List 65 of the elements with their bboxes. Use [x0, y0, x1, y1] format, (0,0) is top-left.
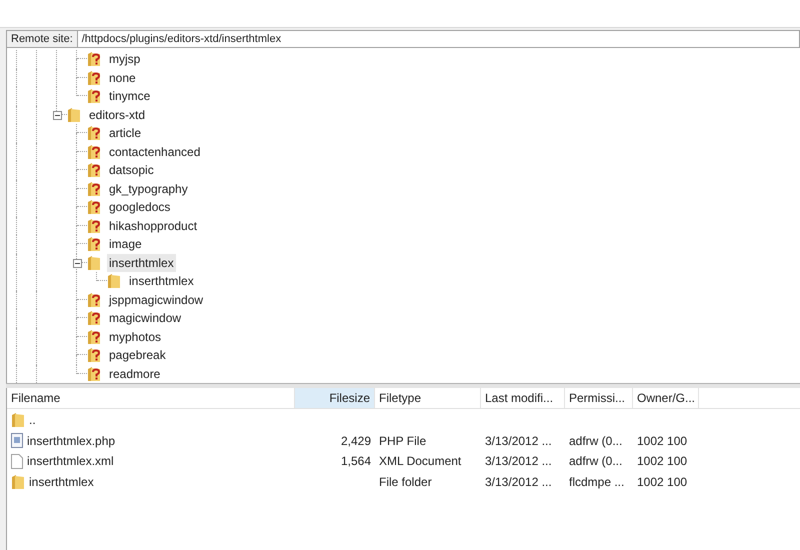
table-cell-text: flcdmpe ... — [569, 474, 624, 491]
tree-item[interactable]: datsopic — [107, 161, 156, 180]
collapse-icon[interactable] — [73, 258, 82, 268]
table-cell-text: adfrw (0... — [569, 453, 622, 470]
table-cell-text: 3/13/2012 ... — [485, 432, 552, 450]
question-folder-icon — [87, 180, 101, 197]
question-folder-icon — [87, 199, 101, 216]
question-folder-icon — [87, 51, 101, 68]
script-file-icon — [11, 433, 23, 448]
table-cell-text: 3/13/2012 ... — [485, 453, 552, 470]
question-folder-icon — [87, 70, 101, 86]
table-cell-text: 1002 100 — [637, 453, 688, 470]
column-header[interactable]: Filesize — [295, 388, 375, 408]
folder-icon — [107, 273, 121, 290]
tree-item[interactable]: myjsp — [107, 50, 142, 68]
table-cell[interactable]: .. — [29, 411, 36, 430]
tree-item[interactable]: inserthtmlex — [107, 254, 176, 272]
tree-item[interactable]: readmore — [107, 364, 162, 383]
tree-item[interactable]: image — [107, 235, 144, 254]
column-header[interactable]: Filetype — [375, 388, 481, 408]
question-folder-icon — [87, 162, 101, 178]
tree-item[interactable]: editors-xtd — [87, 106, 148, 124]
tree-item[interactable]: hikashopproduct — [107, 216, 200, 235]
tree-item[interactable]: article — [107, 124, 144, 142]
folder-icon — [11, 412, 25, 428]
table-cell-text: 3/13/2012 ... — [485, 474, 552, 491]
question-folder-icon — [87, 125, 101, 142]
table-cell[interactable]: inserthtmlex.php — [27, 432, 116, 450]
tree-item[interactable]: none — [107, 68, 138, 87]
tree-item[interactable]: pagebreak — [107, 346, 168, 364]
collapse-icon[interactable] — [53, 110, 62, 120]
table-cell-text: 1002 100 — [637, 474, 688, 491]
tree-item[interactable]: myphotos — [107, 328, 164, 346]
column-header[interactable]: Permissi... — [565, 388, 633, 408]
question-folder-icon — [87, 236, 101, 252]
table-cell-text: 1002 100 — [637, 432, 688, 450]
tree-item[interactable]: gk_typography — [107, 180, 190, 198]
question-folder-icon — [87, 328, 101, 345]
question-folder-icon — [87, 88, 101, 104]
folder-icon — [11, 474, 25, 490]
table-cell-text: File folder — [379, 474, 432, 491]
question-folder-icon — [87, 144, 101, 160]
table-cell-text: 2,429 — [340, 432, 371, 450]
question-folder-icon — [87, 310, 101, 326]
question-folder-icon — [87, 218, 101, 234]
table-cell[interactable]: inserthtmlex — [29, 472, 94, 491]
tree-item[interactable]: inserthtmlex — [127, 272, 196, 290]
file-icon — [11, 454, 23, 469]
column-header[interactable]: Owner/G... — [633, 388, 699, 408]
table-cell-text: 1,564 — [340, 453, 371, 470]
table-cell-text: adfrw (0... — [569, 432, 622, 450]
table-cell[interactable]: inserthtmlex.xml — [27, 452, 114, 470]
table-cell-text: XML Document — [379, 453, 462, 470]
tree-item[interactable]: contactenhanced — [107, 142, 202, 161]
tree-item[interactable]: magicwindow — [107, 309, 184, 328]
tree-item[interactable]: jsppmagicwindow — [107, 290, 206, 309]
table-cell-text: PHP File — [379, 432, 426, 450]
folder-icon — [87, 254, 101, 271]
question-folder-icon — [87, 366, 101, 382]
question-folder-icon — [87, 347, 101, 364]
tree-item[interactable]: googledocs — [107, 198, 172, 216]
column-header[interactable]: Last modifi... — [481, 388, 565, 408]
question-folder-icon — [87, 292, 101, 308]
folder-icon — [67, 106, 81, 123]
tree-item[interactable]: tinymce — [107, 87, 152, 106]
